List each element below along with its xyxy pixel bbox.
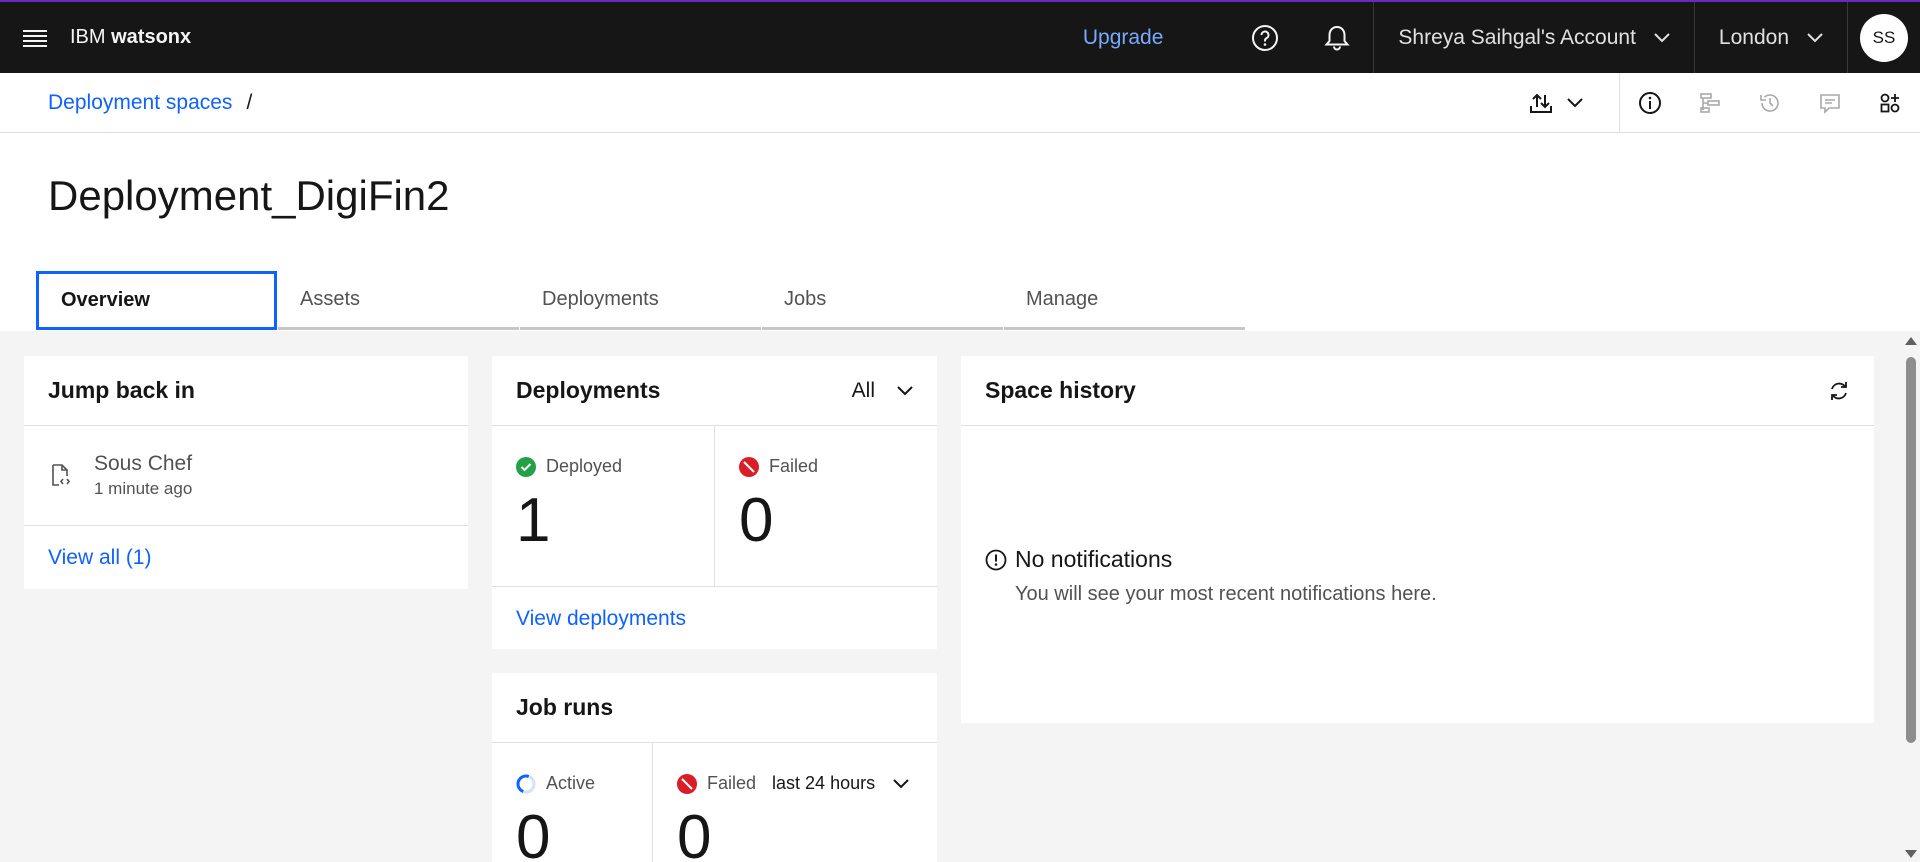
comment-icon	[1818, 91, 1842, 115]
tab-assets[interactable]: Assets	[278, 271, 519, 330]
deployed-label: Deployed	[546, 456, 623, 476]
failed-stat: Failed 0	[714, 426, 937, 586]
help-button[interactable]	[1229, 2, 1301, 73]
empty-state: No notifications You will see your most …	[985, 546, 1437, 606]
history-icon	[1758, 91, 1782, 115]
hierarchy-icon	[1698, 91, 1722, 115]
apps-button[interactable]	[1860, 73, 1920, 132]
account-switcher[interactable]: Shreya Saihgal's Account	[1374, 2, 1694, 73]
top-header: IBM watsonx Upgrade Shreya Saihgal's Acc…	[0, 0, 1920, 73]
breadcrumb: Deployment spaces /	[48, 91, 252, 115]
card-title: Jump back in	[24, 356, 468, 426]
active-count: 0	[516, 803, 551, 862]
view-deployments-link[interactable]: View deployments	[492, 587, 937, 651]
apps-icon	[1878, 91, 1902, 115]
tab-overview[interactable]: Overview	[36, 271, 277, 330]
region-label: London	[1718, 25, 1789, 49]
hamburger-icon	[23, 29, 47, 47]
code-file-icon	[48, 463, 72, 489]
breadcrumb-separator: /	[246, 90, 253, 114]
failed-label: Failed	[707, 773, 757, 793]
deployed-stat: Deployed 1	[492, 426, 714, 586]
comments-button[interactable]	[1800, 73, 1860, 132]
period-dropdown[interactable]: last 24 hours	[772, 773, 875, 794]
help-icon	[1251, 24, 1279, 52]
deployment-filter-dropdown[interactable]: All	[852, 379, 913, 403]
hamburger-menu-button[interactable]	[0, 2, 70, 73]
chevron-down-icon[interactable]	[893, 778, 909, 789]
deployments-card: Deployments All Deployed 1 Failed 0 View…	[492, 356, 937, 649]
upgrade-link[interactable]: Upgrade	[1083, 26, 1164, 50]
tab-list: Overview Assets Deployments Jobs Manage	[36, 271, 1246, 330]
import-export-menu[interactable]	[1501, 73, 1611, 132]
chevron-down-icon	[1567, 97, 1583, 108]
deployed-count: 1	[516, 486, 551, 555]
breadcrumb-deployment-spaces[interactable]: Deployment spaces	[48, 91, 232, 115]
user-avatar-button[interactable]: SS	[1848, 2, 1920, 73]
checkmark-icon	[516, 456, 536, 477]
lineage-button[interactable]	[1680, 73, 1740, 132]
card-title: Space history	[985, 377, 1136, 403]
asset-name: Sous Chef	[94, 452, 193, 475]
refresh-icon[interactable]	[1828, 380, 1850, 402]
tab-deployments[interactable]: Deployments	[520, 271, 761, 330]
in-progress-icon	[516, 774, 536, 794]
scroll-up-arrow[interactable]	[1905, 337, 1917, 345]
list-item[interactable]: Sous Chef 1 minute ago	[24, 426, 468, 526]
filter-value: All	[851, 378, 875, 402]
failed-count: 0	[739, 486, 774, 555]
space-history-card: Space history No notifications You will …	[961, 356, 1874, 723]
failed-label: Failed	[769, 456, 819, 476]
region-switcher[interactable]: London	[1695, 2, 1847, 73]
chevron-down-icon	[1807, 32, 1823, 43]
import-export-icon	[1529, 92, 1553, 114]
history-button[interactable]	[1740, 73, 1800, 132]
info-icon	[1638, 91, 1662, 115]
failed-icon	[739, 456, 759, 477]
vertical-scrollbar[interactable]	[1902, 331, 1920, 862]
card-title: Job runs	[492, 673, 937, 743]
notifications-button[interactable]	[1301, 2, 1373, 73]
tab-jobs[interactable]: Jobs	[762, 271, 1003, 330]
failed-icon	[677, 773, 697, 794]
brand-prefix: IBM	[70, 26, 106, 48]
tab-manage[interactable]: Manage	[1004, 271, 1245, 330]
failed-jobs-count: 0	[677, 803, 712, 862]
scrollbar-thumb[interactable]	[1906, 357, 1916, 743]
brand-name: watsonx	[111, 26, 192, 48]
job-runs-card: Job runs Active 0 Failed last 24 hours 0	[492, 673, 937, 862]
warning-icon	[985, 549, 1007, 571]
brand-logo[interactable]: IBM watsonx	[70, 26, 191, 49]
toolbar: Deployment spaces /	[0, 73, 1920, 133]
page-title: Deployment_DigiFin2	[48, 172, 450, 219]
scroll-down-arrow[interactable]	[1905, 850, 1917, 858]
account-label: Shreya Saihgal's Account	[1398, 25, 1636, 49]
overview-content: Jump back in Sous Chef 1 minute ago View…	[0, 331, 1902, 862]
information-button[interactable]	[1620, 73, 1680, 132]
chevron-down-icon	[897, 385, 913, 396]
bell-icon	[1324, 24, 1351, 52]
chevron-down-icon	[1654, 32, 1670, 43]
empty-title: No notifications	[1015, 546, 1173, 572]
card-title: Deployments	[516, 377, 661, 403]
view-all-link[interactable]: View all (1)	[24, 526, 468, 590]
active-label: Active	[546, 773, 596, 793]
asset-timestamp: 1 minute ago	[94, 479, 193, 498]
empty-subtitle: You will see your most recent notificati…	[1015, 583, 1437, 605]
active-stat: Active 0	[492, 743, 652, 862]
avatar: SS	[1860, 13, 1908, 62]
failed-jobs-stat: Failed last 24 hours 0	[652, 743, 937, 862]
jump-back-in-card: Jump back in Sous Chef 1 minute ago View…	[24, 356, 468, 589]
